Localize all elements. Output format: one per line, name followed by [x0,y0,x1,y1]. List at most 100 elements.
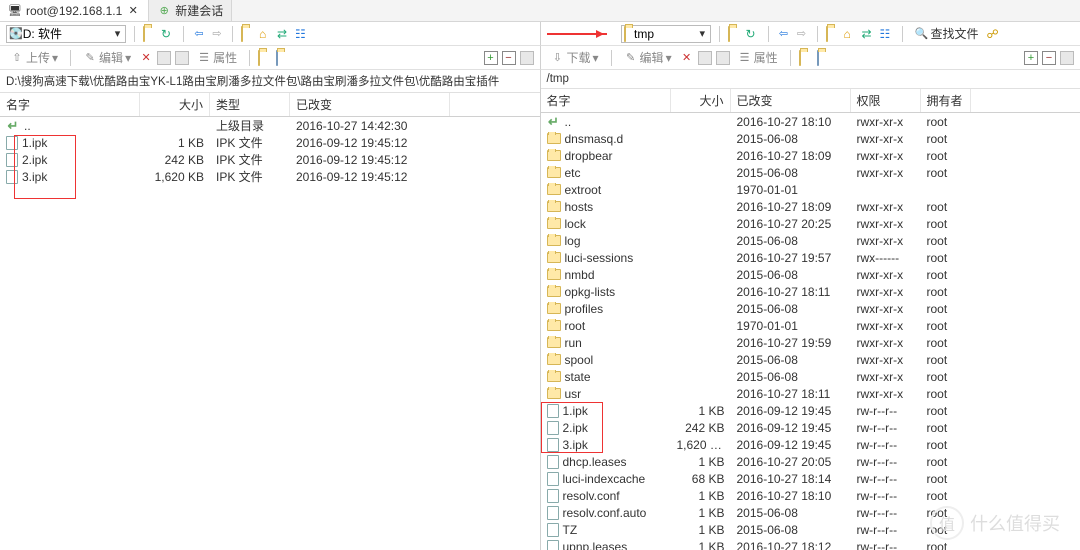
props-button[interactable]: ☰属性 [734,48,782,67]
action-icon[interactable] [157,51,171,65]
minus-box-icon[interactable]: − [502,51,516,65]
table-row[interactable]: luci-sessions2016-10-27 19:57rwx------ro… [541,249,1080,266]
col-type[interactable]: 类型 [210,93,290,116]
file-icon [547,540,559,550]
open-folder-icon[interactable] [728,27,742,41]
minus-box-icon[interactable]: − [1042,51,1056,65]
col-modified[interactable]: 已改变 [731,89,851,112]
folder-blue-icon[interactable] [817,51,831,65]
table-row[interactable]: root1970-01-01rwxr-xr-xroot [541,317,1080,334]
forward-icon[interactable]: ⇨ [795,27,809,41]
table-row[interactable]: spool2015-06-08rwxr-xr-xroot [541,351,1080,368]
table-row[interactable]: dnsmasq.d2015-06-08rwxr-xr-xroot [541,130,1080,147]
open-folder-icon[interactable] [143,27,157,41]
folder-blue-icon[interactable] [276,51,290,65]
find-button[interactable]: 🔍查找文件 [911,24,983,43]
close-icon[interactable]: ✕ [126,4,140,18]
back-icon[interactable]: ⇦ [192,27,206,41]
plus-box-icon[interactable]: + [1024,51,1038,65]
col-name[interactable]: 名字 [541,89,671,112]
left-file-list[interactable]: ↵..上级目录2016-10-27 14:42:301.ipk1 KBIPK 文… [0,117,540,550]
table-row[interactable]: hosts2016-10-27 18:09rwxr-xr-xroot [541,198,1080,215]
table-row[interactable]: 3.ipk1,620 KB2016-09-12 19:45rw-r--r--ro… [541,436,1080,453]
home-icon[interactable]: ⌂ [844,27,858,41]
sync-icon[interactable]: ⇄ [862,27,876,41]
cell-type: IPK 文件 [210,151,290,168]
action-icon[interactable] [698,51,712,65]
table-row[interactable]: nmbd2015-06-08rwxr-xr-xroot [541,266,1080,283]
drive-field[interactable] [23,27,112,41]
table-row[interactable]: 2.ipk242 KBIPK 文件2016-09-12 19:45:12 [0,151,540,168]
table-row[interactable]: 2.ipk242 KB2016-09-12 19:45rw-r--r--root [541,419,1080,436]
table-row[interactable]: ↵..上级目录2016-10-27 14:42:30 [0,117,540,134]
plus-box-icon[interactable]: + [484,51,498,65]
table-row[interactable]: luci-indexcache68 KB2016-10-27 18:14rw-r… [541,470,1080,487]
left-path[interactable]: D:\搜狗高速下载\优酷路由宝YK-L1路由宝刷潘多拉文件包\路由宝刷潘多拉文件… [0,70,540,93]
right-dir-dropdown[interactable]: ▾ [621,25,711,43]
tab-new-session[interactable]: ⊕ 新建会话 [149,0,232,21]
download-button[interactable]: ⇩下载 ▾ [547,48,603,67]
folders-icon[interactable] [826,27,840,41]
grid-icon[interactable] [1060,51,1074,65]
col-size[interactable]: 大小 [140,93,210,116]
props-button[interactable]: ☰属性 [193,48,241,67]
col-name[interactable]: 名字 [0,93,140,116]
chevron-down-icon[interactable]: ▾ [112,27,123,41]
refresh-icon[interactable]: ↻ [161,27,175,41]
folders-icon[interactable] [241,27,255,41]
right-file-list[interactable]: ↵..2016-10-27 18:10rwxr-xr-xrootdnsmasq.… [541,113,1080,550]
grid-icon[interactable] [520,51,534,65]
action-icon[interactable] [175,51,189,65]
folder-yellow-icon[interactable] [258,51,272,65]
cell-owner: root [921,404,971,418]
upload-button[interactable]: ⇧上传 ▾ [6,48,62,67]
folder-yellow-icon[interactable] [799,51,813,65]
table-row[interactable]: 1.ipk1 KB2016-09-12 19:45rw-r--r--root [541,402,1080,419]
action-icon[interactable] [716,51,730,65]
refresh-icon[interactable]: ↻ [746,27,760,41]
cell-perm: rw-r--r-- [851,506,921,520]
plus-icon: ⊕ [157,4,171,18]
cell-modified: 2016-09-12 19:45:12 [290,136,450,150]
home-icon[interactable]: ⌂ [259,27,273,41]
forward-icon[interactable]: ⇨ [210,27,224,41]
edit-button[interactable]: ✎编辑 ▾ [620,48,676,67]
table-row[interactable]: extroot1970-01-01 [541,181,1080,198]
table-row[interactable]: opkg-lists2016-10-27 18:11rwxr-xr-xroot [541,283,1080,300]
back-icon[interactable]: ⇦ [777,27,791,41]
cell-modified: 2015-06-08 [731,370,851,384]
delete-icon[interactable]: ✕ [680,51,694,65]
col-owner[interactable]: 拥有者 [921,89,971,112]
table-row[interactable]: log2015-06-08rwxr-xr-xroot [541,232,1080,249]
table-row[interactable]: resolv.conf1 KB2016-10-27 18:10rw-r--r--… [541,487,1080,504]
col-permissions[interactable]: 权限 [851,89,921,112]
table-row[interactable]: usr2016-10-27 18:11rwxr-xr-xroot [541,385,1080,402]
table-row[interactable]: 3.ipk1,620 KBIPK 文件2016-09-12 19:45:12 [0,168,540,185]
table-row[interactable]: run2016-10-27 19:59rwxr-xr-xroot [541,334,1080,351]
tab-label: root@192.168.1.1 [26,4,122,18]
table-row[interactable]: lock2016-10-27 20:25rwxr-xr-xroot [541,215,1080,232]
watermark-text: 什么值得买 [970,510,1060,536]
chevron-down-icon[interactable]: ▾ [697,27,708,41]
sync-icon[interactable]: ⇄ [277,27,291,41]
table-row[interactable]: etc2015-06-08rwxr-xr-xroot [541,164,1080,181]
table-row[interactable]: state2015-06-08rwxr-xr-xroot [541,368,1080,385]
watermark: 值 什么值得买 [930,506,1060,540]
right-path[interactable]: /tmp [541,70,1080,89]
col-size[interactable]: 大小 [671,89,731,112]
dir-field[interactable] [634,27,697,41]
table-row[interactable]: ↵..2016-10-27 18:10rwxr-xr-xroot [541,113,1080,130]
table-row[interactable]: dropbear2016-10-27 18:09rwxr-xr-xroot [541,147,1080,164]
col-modified[interactable]: 已改变 [290,93,450,116]
table-row[interactable]: dhcp.leases1 KB2016-10-27 20:05rw-r--r--… [541,453,1080,470]
tab-session[interactable]: 🖥 root@192.168.1.1 ✕ [0,0,149,21]
extra-icon[interactable]: ☍ [987,27,1001,41]
table-row[interactable]: profiles2015-06-08rwxr-xr-xroot [541,300,1080,317]
left-drive-dropdown[interactable]: 💽 ▾ [6,25,126,43]
tree-icon[interactable]: ☷ [880,27,894,41]
edit-button[interactable]: ✎编辑 ▾ [79,48,135,67]
table-row[interactable]: 1.ipk1 KBIPK 文件2016-09-12 19:45:12 [0,134,540,151]
cell-size: 68 KB [671,472,731,486]
delete-icon[interactable]: ✕ [139,51,153,65]
tree-icon[interactable]: ☷ [295,27,309,41]
